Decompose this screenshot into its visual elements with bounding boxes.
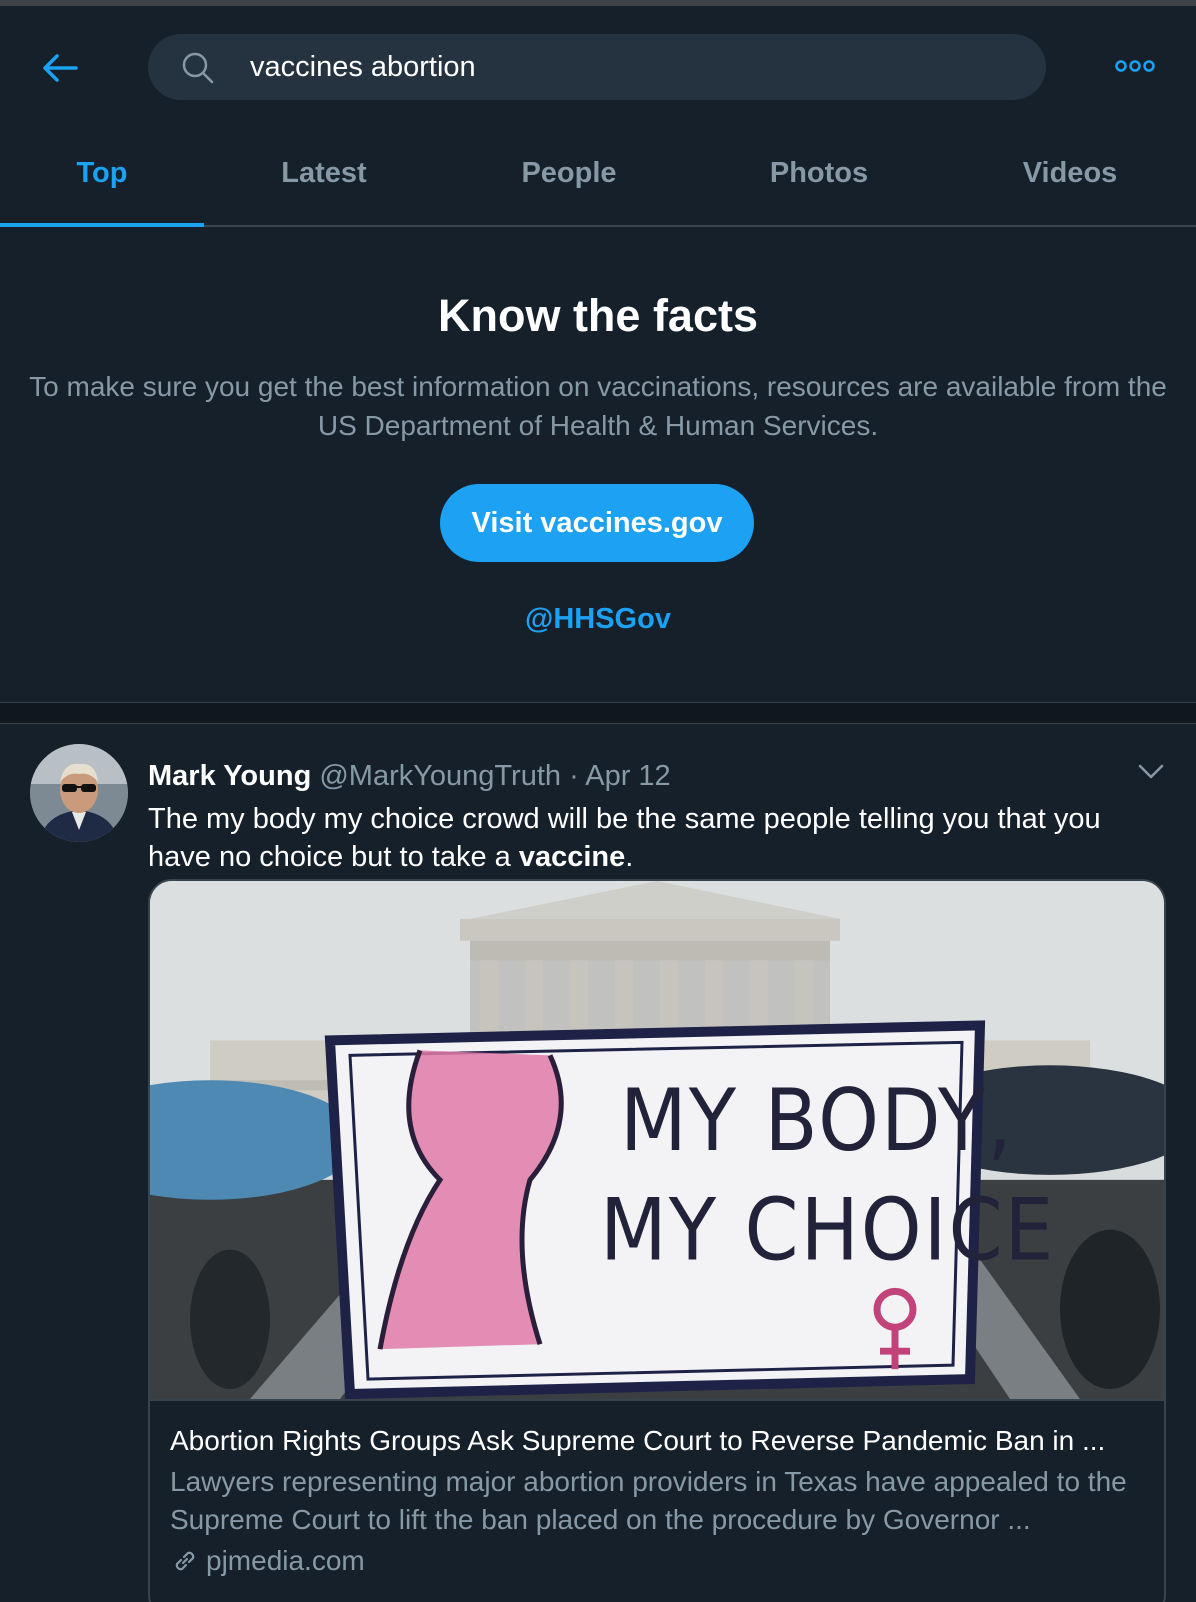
author-name[interactable]: Mark Young [148, 760, 311, 792]
meta-separator: · [569, 760, 579, 792]
arrow-left-icon [43, 54, 78, 82]
tab-top[interactable]: Top [0, 122, 204, 227]
tweet-header: Mark Young @MarkYoungTruth · Apr 12 [148, 756, 671, 796]
search-icon [182, 52, 214, 84]
tweet[interactable]: Mark Young @MarkYoungTruth · Apr 12 The … [0, 724, 1196, 1602]
hhs-handle-link[interactable]: @HHSGov [0, 603, 1196, 636]
section-separator [0, 702, 1196, 724]
tweet-date[interactable]: Apr 12 [585, 760, 670, 792]
card-description: Lawyers representing major abortion prov… [170, 1466, 1127, 1535]
avatar-image [30, 744, 128, 842]
tab-people[interactable]: People [444, 122, 694, 225]
search-header [0, 6, 1196, 122]
search-bar[interactable] [148, 34, 1046, 100]
facts-body: To make sure you get the best informatio… [29, 371, 1167, 441]
tab-videos[interactable]: Videos [944, 122, 1196, 225]
sign-text-line2: MY CHOICE [600, 1181, 1055, 1281]
visit-vaccines-button[interactable]: Visit vaccines.gov [440, 484, 754, 562]
more-dots-icon [1115, 60, 1155, 72]
search-tabs: Top Latest People Photos Videos [0, 122, 1196, 227]
link-card[interactable]: MY BODY, MY CHOICE Abortion Rights Group… [148, 879, 1166, 1602]
sign-text-line1: MY BODY, [620, 1071, 1014, 1171]
chevron-down-icon[interactable] [1136, 760, 1166, 784]
link-icon [175, 1551, 195, 1571]
back-button[interactable] [38, 46, 82, 90]
tab-latest[interactable]: Latest [204, 122, 444, 225]
tab-photos[interactable]: Photos [694, 122, 944, 225]
card-domain-text: pjmedia.com [206, 1545, 365, 1576]
card-title: Abortion Rights Groups Ask Supreme Court… [170, 1425, 1106, 1456]
search-input[interactable] [250, 34, 1010, 100]
more-button[interactable] [1112, 52, 1158, 80]
tweet-text: The my body my choice crowd will be the … [148, 800, 1128, 876]
know-the-facts-card: Know the facts To make sure you get the … [0, 227, 1196, 702]
tweet-text-highlight: vaccine [518, 841, 626, 873]
facts-title: Know the facts [437, 290, 759, 341]
avatar[interactable] [30, 744, 128, 842]
card-image: MY BODY, MY CHOICE [150, 881, 1164, 1401]
tweet-text-end: . [625, 841, 634, 873]
card-domain: pjmedia.com [170, 1543, 365, 1579]
author-handle[interactable]: @MarkYoungTruth [319, 760, 561, 792]
page: Top Latest People Photos Videos Know the… [0, 0, 1196, 1602]
